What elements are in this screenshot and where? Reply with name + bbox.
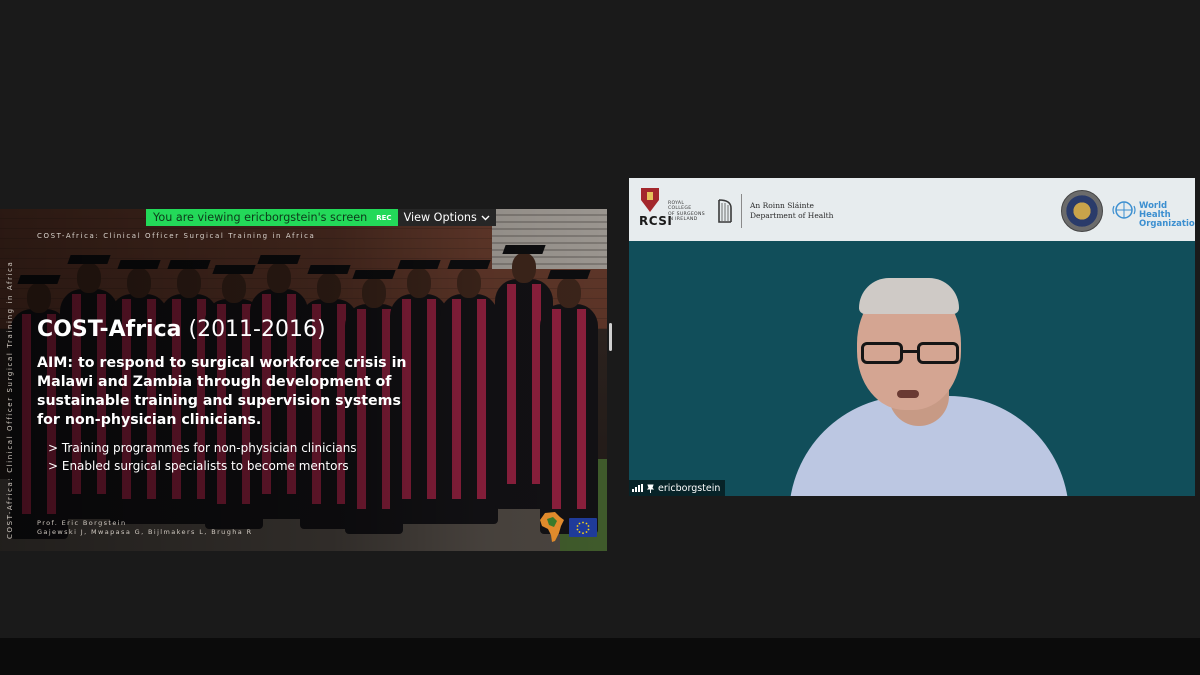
- slide-title-name: COST-Africa: [37, 317, 182, 342]
- who-line: Organization: [1139, 219, 1195, 229]
- dept-english: Department of Health: [750, 211, 834, 220]
- divider: [741, 194, 742, 228]
- credit-author: Prof. Eric Borgstein: [37, 519, 127, 527]
- harp-icon: [718, 199, 732, 223]
- slide-aim: AIM: to respond to surgical workforce cr…: [37, 355, 407, 428]
- participant-video[interactable]: RCSI ROYAL COLLEGE OF SURGEONS IN IRELAN…: [629, 178, 1195, 496]
- virtual-background-banner: RCSI ROYAL COLLEGE OF SURGEONS IN IRELAN…: [629, 178, 1195, 241]
- rcsi-full-name: ROYAL COLLEGE OF SURGEONS IN IRELAND: [668, 201, 705, 223]
- who-name: World Health Organization: [1139, 202, 1195, 229]
- mouth: [897, 390, 919, 398]
- bullet-item: > Enabled surgical specialists to become…: [48, 459, 349, 473]
- participant-name: ericborgstein: [658, 482, 721, 494]
- africa-map-icon: [540, 512, 564, 542]
- slide-title-years: (2011-2016): [188, 317, 326, 342]
- slide-title: COST-Africa (2011-2016): [37, 317, 326, 342]
- who-emblem-icon: [1112, 201, 1136, 219]
- pin-icon: [647, 484, 654, 493]
- rcsi-line: IN IRELAND: [668, 217, 698, 223]
- department-of-health: An Roinn Sláinte Department of Health: [750, 201, 833, 221]
- slide-bullets: > Training programmes for non-physician …: [48, 439, 357, 475]
- cosecsa-seal-icon: [1061, 190, 1103, 232]
- screen-share-banner: You are viewing ericborgstein's screen R…: [146, 209, 496, 226]
- signal-strength-icon: [632, 484, 643, 492]
- bottom-bar: [0, 638, 1200, 675]
- credit-coauthors: Gajewski J, Mwapasa G, Bijlmakers L, Bru…: [37, 528, 253, 536]
- who-line: World Health: [1139, 201, 1171, 220]
- hair: [859, 278, 959, 314]
- recording-indicator: REC: [374, 209, 398, 226]
- slide-side-text: COST-Africa: Clinical Officer Surgical T…: [6, 260, 14, 539]
- view-options-button[interactable]: View Options: [397, 209, 496, 226]
- view-options-label: View Options: [403, 211, 477, 224]
- slide-credits: Prof. Eric Borgstein Gajewski J, Mwapasa…: [37, 519, 253, 537]
- participant-name-tag: ericborgstein: [629, 480, 726, 496]
- rcsi-crest-icon: [641, 188, 659, 212]
- chevron-down-icon: [481, 215, 490, 220]
- eu-flag-icon: [569, 518, 597, 537]
- bullet-item: > Training programmes for non-physician …: [48, 441, 357, 455]
- shared-screen: COST-Africa: Clinical Officer Surgical T…: [0, 209, 607, 551]
- glasses: [861, 342, 959, 366]
- slide-header: COST-Africa: Clinical Officer Surgical T…: [37, 232, 316, 240]
- split-view-drag-handle[interactable]: [609, 323, 612, 351]
- dept-irish: An Roinn Sláinte: [750, 201, 814, 210]
- participant-person: [789, 278, 1069, 496]
- viewing-screen-label: You are viewing ericborgstein's screen: [146, 209, 375, 226]
